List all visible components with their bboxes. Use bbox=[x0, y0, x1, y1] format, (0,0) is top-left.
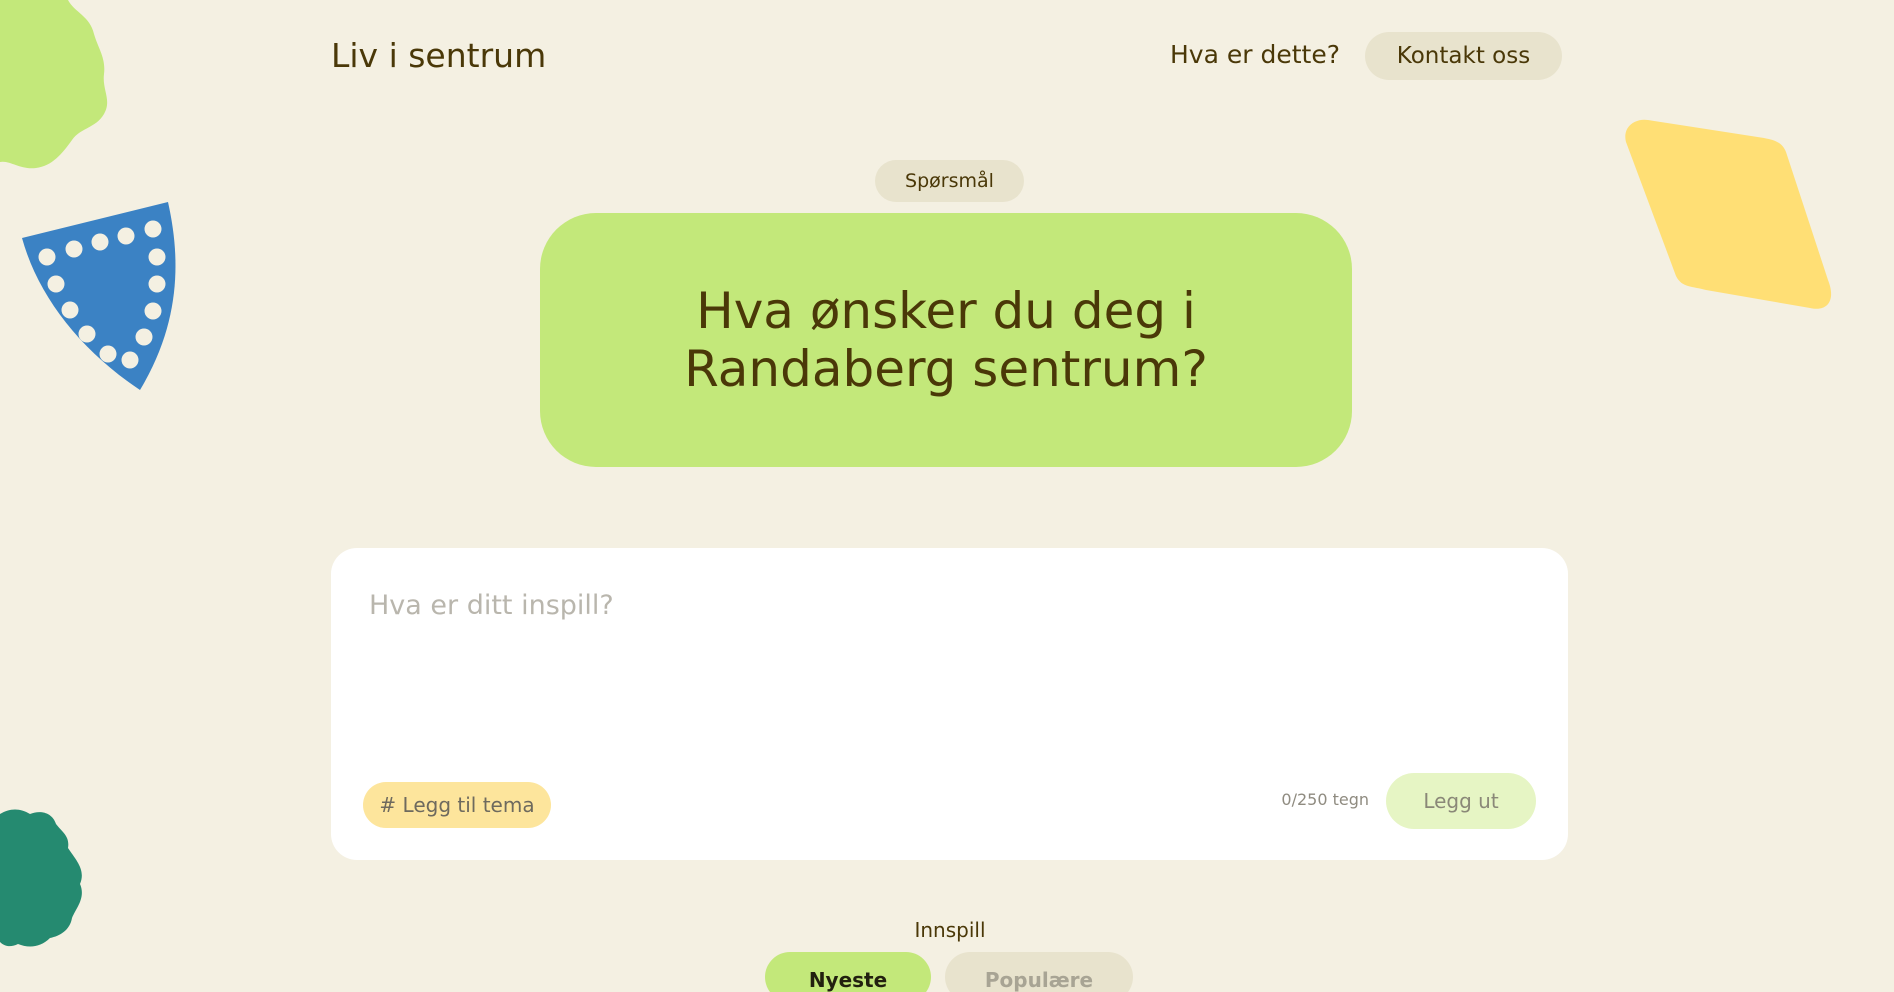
suggestion-composer: # Legg til tema 0/250 tegn Legg ut bbox=[331, 548, 1568, 860]
site-title-link[interactable]: Liv i sentrum bbox=[331, 36, 546, 75]
randaberg-shield-icon bbox=[22, 202, 176, 390]
nav-about-link[interactable]: Hva er dette? bbox=[1170, 40, 1340, 69]
feed-section-label: Innspill bbox=[914, 918, 986, 942]
add-topic-button[interactable]: # Legg til tema bbox=[363, 782, 551, 828]
yellow-diamond-decoration bbox=[1625, 119, 1832, 309]
question-category-badge: Spørsmål bbox=[875, 160, 1024, 202]
question-card: Hva ønsker du deg i Randaberg sentrum? bbox=[540, 213, 1352, 467]
character-counter: 0/250 tegn bbox=[1281, 790, 1369, 809]
tab-newest[interactable]: Nyeste bbox=[765, 952, 931, 992]
contact-button[interactable]: Kontakt oss bbox=[1365, 32, 1562, 80]
page: Liv i sentrum Hva er dette? Kontakt oss … bbox=[0, 0, 1894, 992]
suggestion-input[interactable] bbox=[369, 590, 1519, 740]
question-heading: Hva ønsker du deg i Randaberg sentrum? bbox=[684, 282, 1208, 398]
tab-popular[interactable]: Populære bbox=[945, 952, 1133, 992]
publish-button[interactable]: Legg ut bbox=[1386, 773, 1536, 829]
green-blob-decoration bbox=[0, 0, 108, 169]
sort-tabs: Nyeste Populære bbox=[765, 952, 1133, 992]
